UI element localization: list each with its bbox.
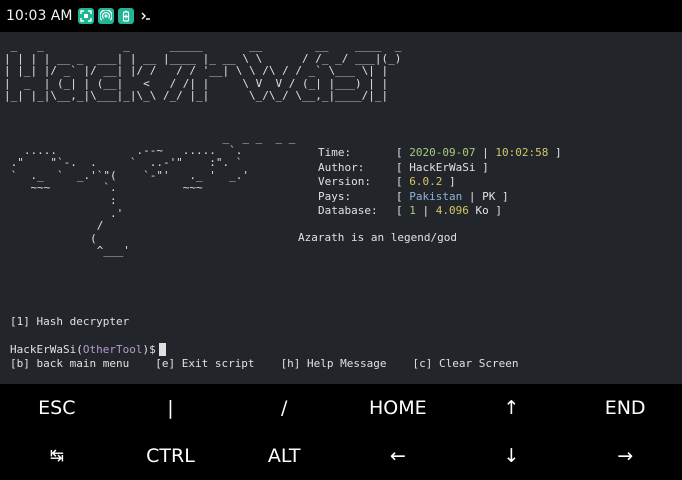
info-value: [ <box>396 204 410 217</box>
status-time: 10:03 AM <box>6 8 73 24</box>
menu-clear: [c] Clear Screen <box>412 357 519 370</box>
key-ctrl[interactable]: CTRL <box>114 432 228 480</box>
info-value: ] <box>548 146 562 159</box>
info-value: 4.096 <box>435 204 469 217</box>
key-home[interactable]: HOME <box>341 384 455 432</box>
key-left-arrow[interactable]: ← <box>341 432 455 480</box>
terminal-view[interactable]: _ _ _ _____ __ __ ____ _ | | | | __ _ __… <box>0 32 682 384</box>
key-up-arrow[interactable]: ↑ <box>455 384 569 432</box>
key-end[interactable]: END <box>568 384 682 432</box>
hotspot-icon <box>98 8 115 24</box>
info-value: 6.0.2 <box>409 175 443 188</box>
prompt-user: HackErWaSi( <box>10 343 83 356</box>
key-slash[interactable]: / <box>227 384 341 432</box>
info-label: Database: <box>318 204 378 217</box>
info-label: Version: <box>318 175 371 188</box>
tagline: Azarath is an legend/god <box>298 231 457 244</box>
ascii-art: _ _ _ _ _ ..... .--~ ..... `. ." "`-. . … <box>10 131 296 258</box>
info-value: Pakistan <box>409 189 463 203</box>
info-label: Time: <box>318 146 352 159</box>
info-value: 1 <box>409 204 416 217</box>
info-value: | PK ] <box>462 189 509 203</box>
info-label: Author: <box>318 160 365 174</box>
info-value: 2020-09-07 <box>409 146 476 159</box>
info-value: ] <box>442 175 456 188</box>
menu-back: [b] back main menu <box>10 357 130 370</box>
info-value: Ko ] <box>468 204 502 217</box>
info-row: Time: [ 2020-09-07 | 10:02:58 ] <box>318 146 562 161</box>
info-value: [ <box>396 146 410 159</box>
key-right-arrow[interactable]: → <box>568 432 682 480</box>
ascii-banner: _ _ _ _____ __ __ ____ _ | | | | __ _ __… <box>4 39 402 103</box>
key-tab[interactable]: ↹ <box>0 432 114 480</box>
key-pipe[interactable]: | <box>114 384 228 432</box>
info-row: Version: [ 6.0.2 ] <box>318 175 562 190</box>
extra-keys-bar: ESC | / HOME ↑ END ↹ CTRL ALT ← ↓ → <box>0 384 682 480</box>
menu-options: [1] Hash decrypter [b] back main menu [e]… <box>10 287 545 384</box>
text-cursor <box>158 343 166 356</box>
info-value: | <box>475 146 496 159</box>
info-value: [ HackErWaSi ] <box>396 160 489 174</box>
info-row: Pays: [ Pakistan | PK ] <box>318 190 562 205</box>
prompt-suffix: )$ <box>142 343 156 356</box>
info-value: 10:02:58 <box>495 146 549 159</box>
key-alt[interactable]: ALT <box>227 432 341 480</box>
info-row: Author: [ HackErWaSi ] <box>318 161 562 176</box>
prompt-path: OtherTool <box>82 343 143 356</box>
screenshot-icon <box>78 8 95 24</box>
info-value: | <box>415 204 436 217</box>
info-value: [ <box>396 175 410 188</box>
key-down-arrow[interactable]: ↓ <box>455 432 569 480</box>
key-esc[interactable]: ESC <box>0 384 114 432</box>
menu-exit: [e] Exit script <box>155 357 255 370</box>
menu-help: [h] Help Message <box>280 357 387 370</box>
info-row: Database: [ 1 | 4.096 Ko ] <box>318 204 562 219</box>
command-prompt[interactable]: HackErWaSi(OtherTool)$ <box>10 343 166 356</box>
terminal-icon <box>138 8 154 24</box>
info-panel: Time: [ 2020-09-07 | 10:02:58 ] Author: [ H… <box>318 146 562 219</box>
status-bar: 10:03 AM <box>0 0 682 32</box>
info-label: Pays: <box>318 189 352 203</box>
battery-saver-icon <box>118 8 135 24</box>
menu-hash-decrypter: [1] Hash decrypter <box>10 315 130 328</box>
info-value: [ <box>396 189 410 203</box>
